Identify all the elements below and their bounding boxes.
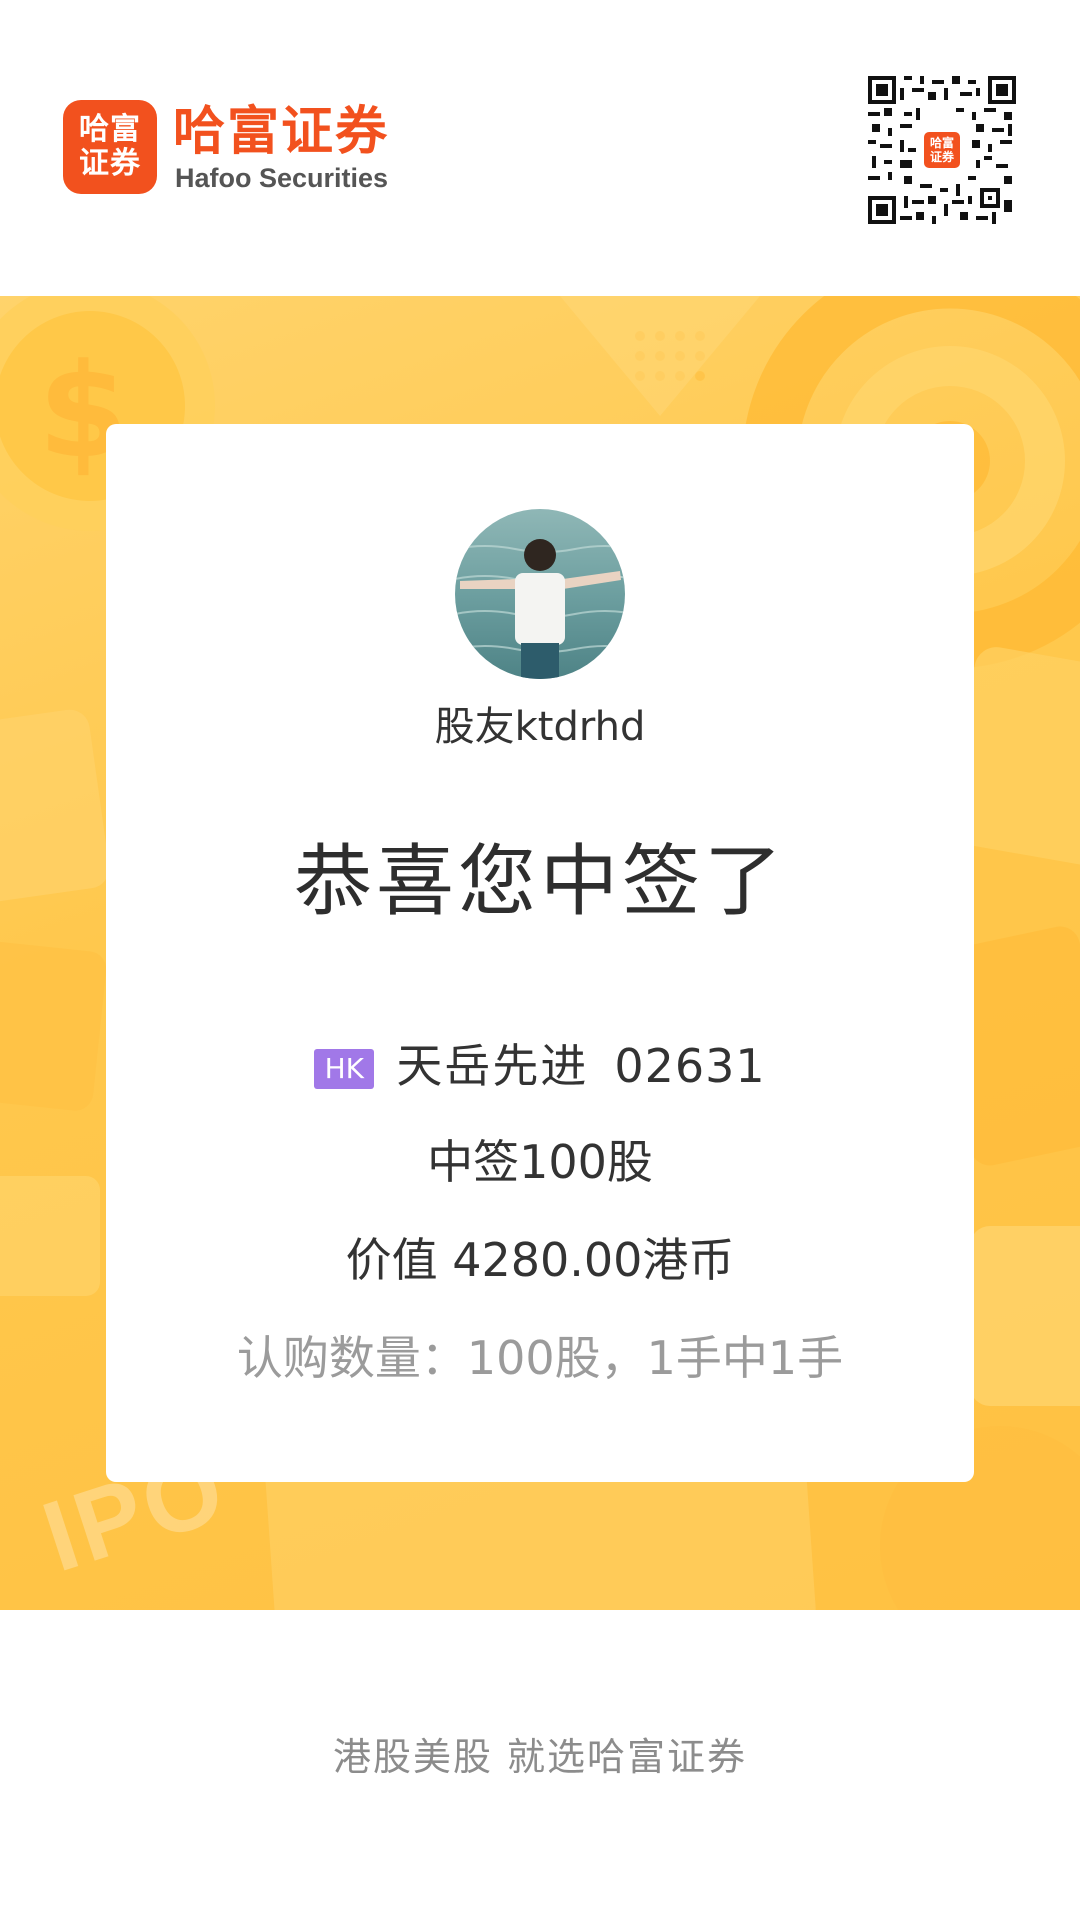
allotment-shares: 中签100股	[427, 1135, 653, 1189]
page-title: 恭喜您中签了	[293, 837, 786, 927]
username: 股友ktdrhd	[434, 704, 646, 750]
qr-center-logo-icon: 哈富 证券	[921, 129, 963, 171]
logo-badge-line1: 哈富	[79, 112, 141, 147]
share-header: 哈富 证券 哈富证券 Hafoo Securities 哈富 证券	[0, 0, 1080, 296]
allotment-card: 股友ktdrhd 恭喜您中签了 HK 天岳先进 02631 中签100股 价值 …	[106, 424, 974, 1482]
subscription-quantity: 认购数量：100股，1手中1手	[236, 1331, 844, 1385]
qr-center-line1: 哈富	[929, 136, 954, 150]
market-badge: HK	[314, 1049, 375, 1089]
stock-info: HK 天岳先进 02631	[106, 1036, 974, 1096]
allotment-value: 价值 4280.00港币	[345, 1233, 735, 1287]
hafoo-logo-icon: 哈富 证券	[63, 100, 157, 194]
avatar	[455, 509, 625, 679]
footer-slogan: 港股美股 就选哈富证券	[332, 1735, 748, 1779]
qr-code-icon[interactable]: 哈富 证券	[868, 76, 1016, 224]
qr-center-line2: 证券	[929, 150, 954, 164]
stock-name: 天岳先进	[396, 1039, 589, 1093]
brand-name-cn: 哈富证券	[173, 102, 390, 162]
brand-name-en: Hafoo Securities	[175, 163, 389, 193]
stock-code: 02631	[614, 1039, 766, 1093]
user-avatar-photo	[455, 509, 625, 679]
logo-badge-line2: 证券	[79, 146, 141, 181]
